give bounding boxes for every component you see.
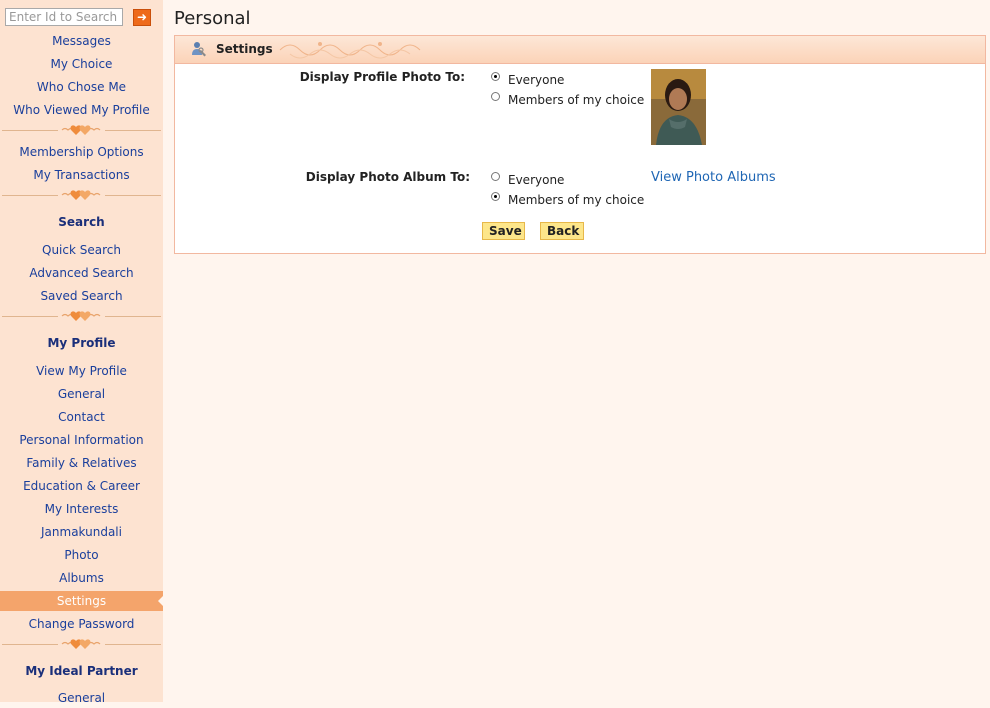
profile-photo-everyone-label: Everyone bbox=[508, 73, 565, 87]
panel-title: Settings bbox=[216, 42, 273, 56]
sidebar-item-my-interests[interactable]: My Interests bbox=[0, 499, 163, 519]
hearts-icon bbox=[61, 639, 101, 649]
sidebar-item-who-viewed-my-profile[interactable]: Who Viewed My Profile bbox=[0, 100, 163, 120]
sidebar-item-advanced-search[interactable]: Advanced Search bbox=[0, 263, 163, 283]
search-heading: Search bbox=[58, 215, 105, 229]
hearts-icon bbox=[61, 125, 101, 135]
hearts-divider bbox=[0, 308, 163, 324]
hearts-divider bbox=[0, 187, 163, 203]
album-everyone-radio[interactable] bbox=[491, 172, 500, 181]
profile-photo bbox=[651, 69, 706, 145]
profile-photo-label: Display Profile Photo To: bbox=[299, 70, 465, 84]
panel-header: Settings bbox=[175, 36, 985, 64]
sidebar-item-change-password[interactable]: Change Password bbox=[0, 614, 163, 634]
sidebar-item-family-relatives[interactable]: Family & Relatives bbox=[0, 453, 163, 473]
sidebar-item-my-choice[interactable]: My Choice bbox=[0, 54, 163, 74]
sidebar-item-view-my-profile[interactable]: View My Profile bbox=[0, 361, 163, 381]
sidebar-item-personal-information[interactable]: Personal Information bbox=[0, 430, 163, 450]
album-members-label: Members of my choice bbox=[508, 193, 645, 207]
hearts-divider bbox=[0, 636, 163, 652]
sidebar-item-settings[interactable]: Settings bbox=[0, 591, 163, 611]
my-profile-heading: My Profile bbox=[47, 336, 116, 350]
hearts-icon bbox=[61, 190, 101, 200]
sidebar-item-messages[interactable]: Messages bbox=[0, 31, 163, 51]
sidebar-item-janmakundali[interactable]: Janmakundali bbox=[0, 522, 163, 542]
page-title: Personal bbox=[174, 8, 251, 29]
swirl-ornament-icon bbox=[279, 42, 421, 59]
arrow-right-icon[interactable]: ➜ bbox=[133, 9, 151, 26]
profile-photo-members-label: Members of my choice bbox=[508, 93, 645, 107]
profile-photo-members-radio[interactable] bbox=[491, 92, 500, 101]
sidebar-item-albums[interactable]: Albums bbox=[0, 568, 163, 588]
album-members-radio[interactable] bbox=[491, 192, 500, 201]
hearts-divider bbox=[0, 122, 163, 138]
back-button[interactable]: Back bbox=[540, 222, 584, 240]
save-button[interactable]: Save bbox=[482, 222, 525, 240]
sidebar-item-who-chose-me[interactable]: Who Chose Me bbox=[0, 77, 163, 97]
sidebar-item-general[interactable]: General bbox=[0, 384, 163, 404]
search-input[interactable] bbox=[5, 8, 123, 26]
sidebar: ➜ Messages My Choice Who Chose Me Who Vi… bbox=[0, 0, 163, 705]
photo-album-label: Display Photo Album To: bbox=[305, 170, 470, 184]
profile-photo-everyone-radio[interactable] bbox=[491, 72, 500, 81]
settings-panel: Settings Display Profile Photo To: Every… bbox=[174, 35, 986, 254]
sidebar-item-my-transactions[interactable]: My Transactions bbox=[0, 165, 163, 185]
view-photo-albums-link[interactable]: View Photo Albums bbox=[651, 170, 776, 185]
hearts-icon bbox=[61, 311, 101, 321]
sidebar-item-photo[interactable]: Photo bbox=[0, 545, 163, 565]
sidebar-item-contact[interactable]: Contact bbox=[0, 407, 163, 427]
my-ideal-partner-heading: My Ideal Partner bbox=[25, 664, 138, 678]
sidebar-item-membership-options[interactable]: Membership Options bbox=[0, 142, 163, 162]
sidebar-item-quick-search[interactable]: Quick Search bbox=[0, 240, 163, 260]
album-everyone-label: Everyone bbox=[508, 173, 565, 187]
sidebar-item-education-career[interactable]: Education & Career bbox=[0, 476, 163, 496]
user-settings-icon bbox=[192, 42, 206, 57]
sidebar-item-saved-search[interactable]: Saved Search bbox=[0, 286, 163, 306]
sidebar-item-partner-general[interactable]: General bbox=[0, 688, 163, 708]
